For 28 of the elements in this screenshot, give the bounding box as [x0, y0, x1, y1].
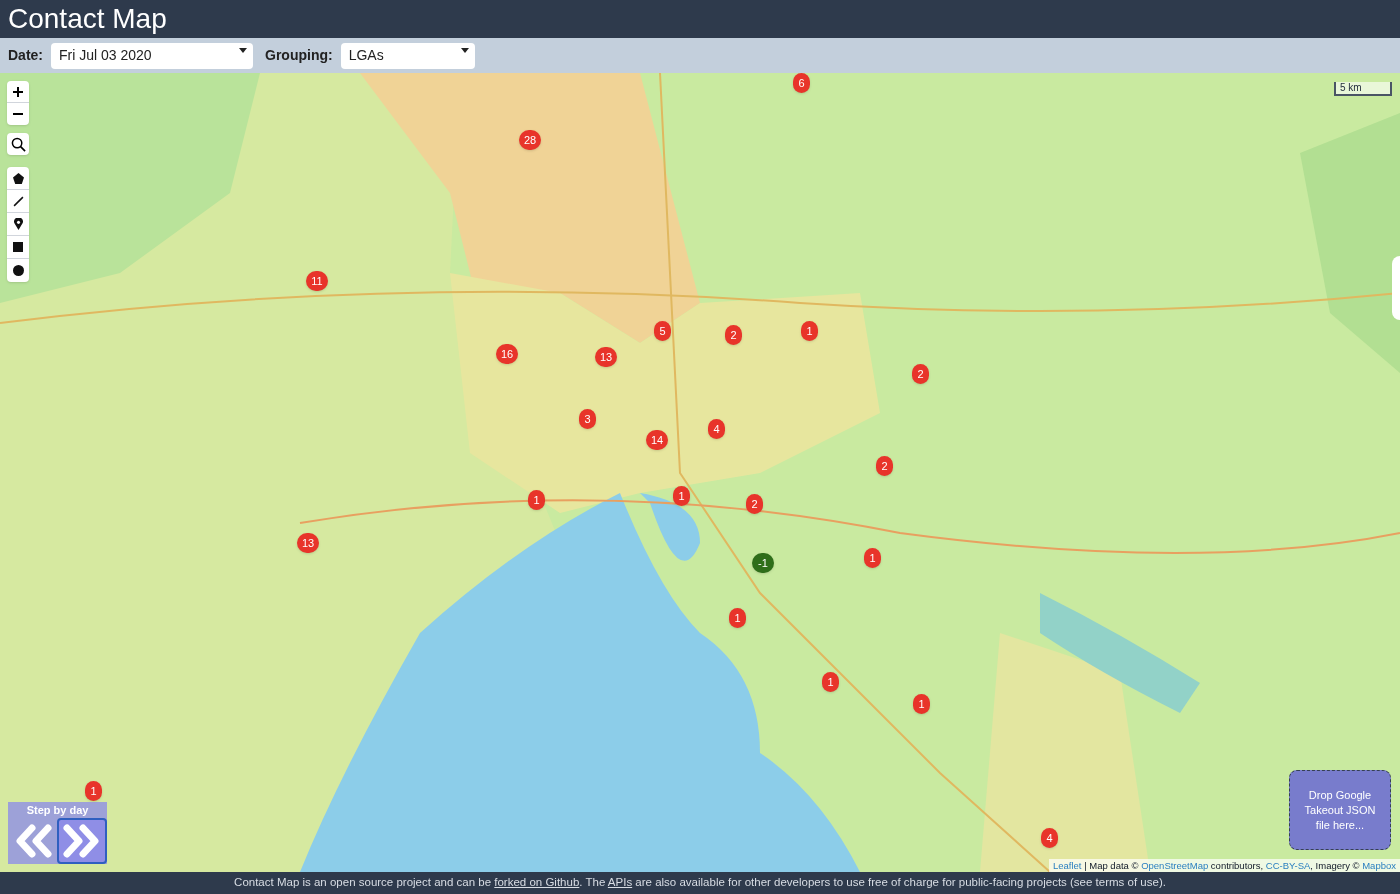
- double-chevron-right-icon: [63, 824, 101, 858]
- drop-zone[interactable]: Drop Google Takeout JSON file here...: [1289, 770, 1391, 850]
- minus-icon: [13, 113, 23, 115]
- scale-bar: 5 km: [1334, 82, 1392, 96]
- map-attribution: Leaflet | Map data © OpenStreetMap contributors, CC-BY-SA, Imagery © Mapbox: [1048, 859, 1400, 872]
- pin-icon: [13, 218, 23, 230]
- attribution-link[interactable]: Mapbox: [1362, 860, 1396, 871]
- dropdown[interactable]: Fri Jul 03 2020: [51, 42, 253, 69]
- next-day-button[interactable]: [57, 818, 107, 864]
- double-chevron-left-icon: [13, 824, 52, 858]
- circle-icon: [12, 265, 24, 276]
- search-icon: [10, 136, 26, 152]
- footer-link[interactable]: APIs: [607, 876, 633, 889]
- dropdown[interactable]: LGAs: [340, 42, 475, 69]
- square-icon: [13, 242, 23, 252]
- plus-icon: [13, 86, 23, 97]
- attribution-link[interactable]: OpenStreetMap: [1141, 860, 1209, 871]
- footer-text: Contact Map is an open source project and can be forked on Github. The APIs are also available for other developers to use free of charge for public-facing projects (see terms of use).: [234, 875, 1166, 891]
- attribution-link[interactable]: Leaflet: [1052, 860, 1082, 871]
- step-title: Step by day: [26, 803, 89, 818]
- line-icon: [12, 195, 24, 207]
- caret-icon: [239, 47, 247, 53]
- polygon-icon: [12, 172, 24, 184]
- filter-label: Grouping:: [265, 46, 333, 65]
- search-button[interactable]: [7, 133, 29, 155]
- caret-icon: [460, 47, 469, 53]
- app-title: Contact Map: [8, 5, 167, 33]
- filter-label: Date:: [8, 46, 43, 65]
